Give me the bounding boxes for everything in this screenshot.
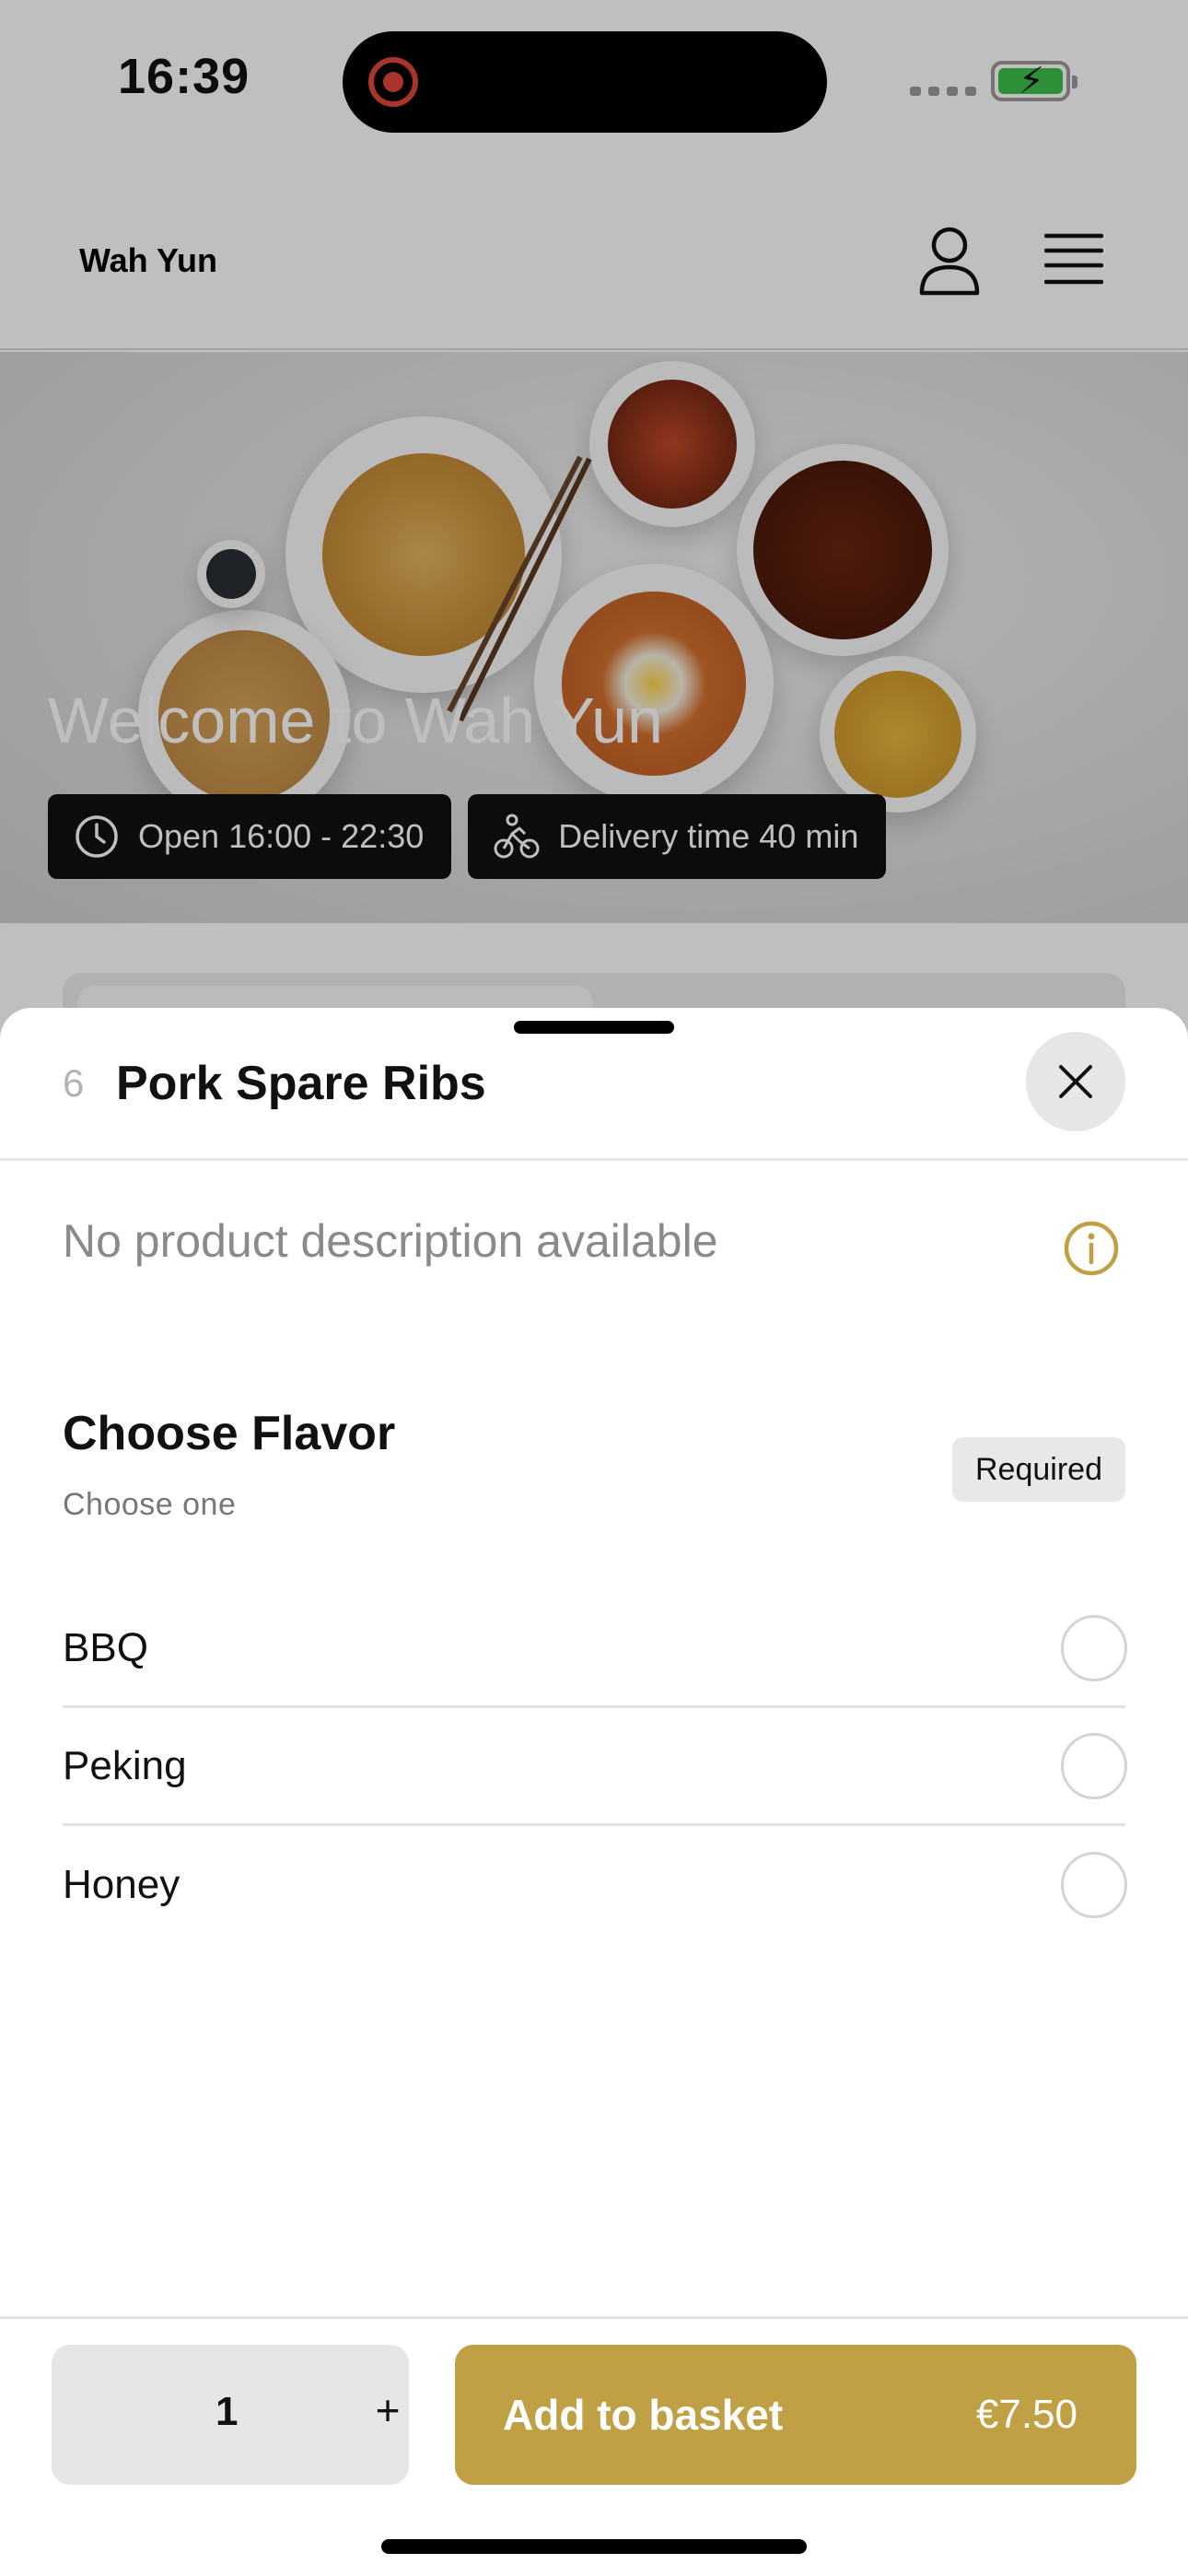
product-description: No product description available bbox=[63, 1215, 718, 1267]
add-to-basket-price: €7.50 bbox=[975, 2392, 1077, 2437]
add-to-basket-label: Add to basket bbox=[503, 2391, 784, 2439]
product-sheet: 6 Pork Spare Ribs No product description… bbox=[0, 1008, 1188, 2576]
info-icon[interactable] bbox=[1063, 1220, 1120, 1277]
product-title: Pork Spare Ribs bbox=[116, 1057, 486, 1110]
flavor-option-honey[interactable]: Honey bbox=[63, 1826, 1127, 1944]
quantity-stepper: 1 + bbox=[52, 2345, 409, 2485]
sheet-grabber[interactable] bbox=[514, 1021, 674, 1034]
option-group-title: Choose Flavor bbox=[63, 1407, 396, 1460]
radio-button[interactable] bbox=[1061, 1732, 1127, 1799]
close-icon bbox=[1059, 1065, 1092, 1098]
add-to-basket-button[interactable]: Add to basket €7.50 bbox=[455, 2345, 1136, 2485]
product-number: 6 bbox=[63, 1061, 85, 1105]
sheet-footer: 1 + Add to basket €7.50 bbox=[0, 2316, 1188, 2576]
home-indicator[interactable] bbox=[381, 2539, 807, 2554]
radio-button[interactable] bbox=[1061, 1614, 1127, 1681]
quantity-increase-button[interactable]: + bbox=[365, 2385, 411, 2435]
close-button[interactable] bbox=[1026, 1032, 1125, 1131]
quantity-value: 1 bbox=[215, 2389, 239, 2434]
flavor-option-peking[interactable]: Peking bbox=[63, 1708, 1127, 1826]
radio-button[interactable] bbox=[1061, 1852, 1127, 1918]
required-badge: Required bbox=[952, 1437, 1125, 1502]
option-label: BBQ bbox=[63, 1624, 148, 1670]
flavor-options: BBQ Peking Honey bbox=[63, 1590, 1127, 1944]
option-label: Honey bbox=[63, 1862, 181, 1907]
option-label: Peking bbox=[63, 1742, 187, 1788]
flavor-option-bbq[interactable]: BBQ bbox=[63, 1590, 1127, 1708]
option-group-subtitle: Choose one bbox=[63, 1487, 237, 1522]
product-sheet-header: 6 Pork Spare Ribs bbox=[0, 1008, 1188, 1161]
